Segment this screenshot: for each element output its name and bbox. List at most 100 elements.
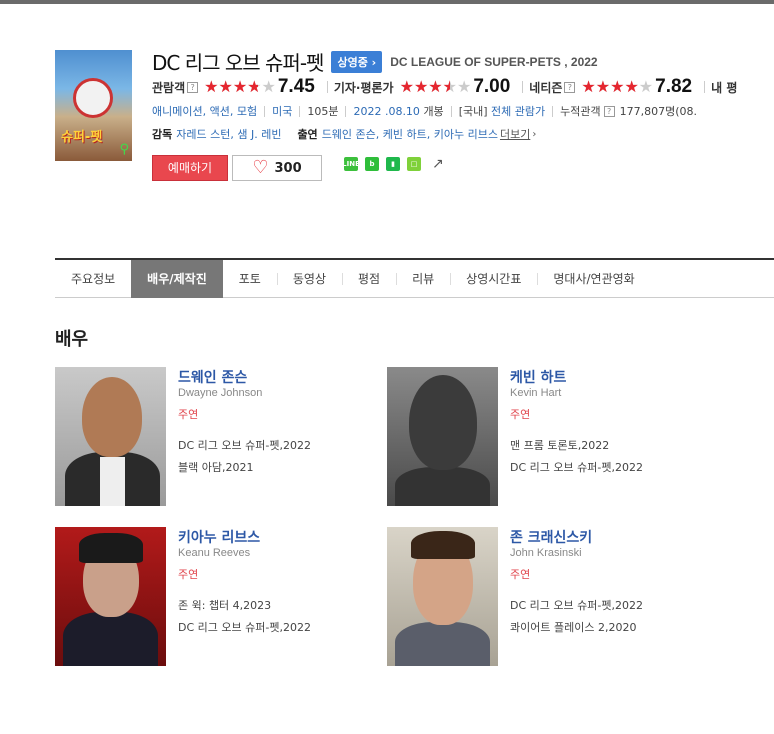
rating-stars: ★★★★★★★★★★ — [204, 77, 276, 96]
divider — [552, 105, 554, 117]
bookmark-share-icon[interactable]: ▮ — [386, 157, 400, 171]
actor-photo[interactable] — [387, 527, 498, 666]
help-icon[interactable]: ? — [564, 81, 576, 93]
rating-score: 7.00 — [473, 76, 511, 97]
divider — [299, 105, 301, 117]
actor-name[interactable]: 존 크래신스키 — [510, 527, 592, 547]
movie-title-en: DC LEAGUE OF SUPER-PETS , 2022 — [390, 54, 598, 69]
divider — [522, 81, 524, 93]
country-link[interactable]: 미국 — [272, 103, 292, 119]
director-links[interactable]: 자레드 스턴, 샘 J. 레빈 — [176, 126, 281, 142]
tab-bar: 주요정보 배우/제작진 포토 동영상 평점 리뷰 상영시간표 명대사/연관영화 — [55, 258, 774, 298]
rating-label: 기자·평론가 — [333, 80, 394, 95]
help-icon[interactable]: ? — [603, 105, 615, 117]
cast-links[interactable]: 드웨인 존슨, 케빈 하트, 키아누 리브스 — [322, 126, 498, 142]
rating-label: 네티즌 — [529, 80, 563, 95]
runtime: 105분 — [307, 105, 339, 118]
like-count: 300 — [274, 160, 302, 176]
top-border — [0, 0, 774, 4]
rating-stars: ★★★★★★★★★★ — [399, 77, 472, 96]
divider — [264, 105, 266, 117]
line-share-icon[interactable]: LINE — [342, 157, 360, 171]
share-bar: LINE b ▮ □ ↗ — [342, 156, 444, 172]
blog-share-icon[interactable]: □ — [407, 157, 421, 171]
actor-role: 주연 — [510, 408, 531, 421]
actor-name[interactable]: 드웨인 존슨 — [178, 367, 247, 387]
actor-name[interactable]: 키아누 리브스 — [178, 527, 260, 547]
release-suffix: 개봉 — [423, 105, 444, 118]
actor-name-en: Dwayne Johnson — [178, 387, 263, 399]
more-link[interactable]: 더보기 — [500, 126, 530, 142]
divider — [450, 105, 452, 117]
band-share-icon[interactable]: b — [365, 157, 379, 171]
actor-film[interactable]: 블랙 아담,2021 — [178, 459, 253, 475]
audience-value: 177,807명(08. — [619, 105, 698, 118]
magnify-icon[interactable]: ⚲ — [119, 142, 129, 157]
actor-name-en: John Krasinski — [510, 547, 582, 559]
actor-film[interactable]: 맨 프롬 토론토,2022 — [510, 437, 609, 453]
help-icon[interactable]: ? — [187, 81, 199, 93]
movie-poster[interactable]: 슈퍼-펫 ⚲ — [55, 50, 132, 161]
actor-film[interactable]: 존 윅: 챕터 4,2023 — [178, 597, 271, 613]
poster-title: 슈퍼-펫 — [61, 130, 103, 145]
rating-stars: ★★★★★★★★★★ — [581, 77, 654, 96]
cast-label: 출연 — [297, 128, 318, 141]
rating-score: 7.82 — [655, 76, 693, 97]
tab-video[interactable]: 동영상 — [276, 260, 342, 298]
actor-photo[interactable] — [387, 367, 498, 506]
actor-card: 존 크래신스키 John Krasinski 주연 DC 리그 오브 슈퍼-펫,… — [387, 527, 707, 667]
tab-review[interactable]: 리뷰 — [396, 260, 450, 298]
actor-film[interactable]: DC 리그 오브 슈퍼-펫,2022 — [510, 459, 643, 475]
rating-label: 관람객 — [152, 80, 186, 95]
rating-audience: 관람객 ? ★★★★★★★★★★ 7.45 — [152, 76, 315, 98]
rating-critics: 기자·평론가 ★★★★★★★★★★ 7.00 — [334, 76, 510, 98]
divider — [326, 81, 328, 93]
heart-icon: ♡ — [252, 157, 269, 178]
actor-card: 드웨인 존슨 Dwayne Johnson 주연 DC 리그 오브 슈퍼-펫,2… — [55, 367, 375, 507]
tab-showtimes[interactable]: 상영시간표 — [450, 260, 537, 298]
actor-card: 키아누 리브스 Keanu Reeves 주연 존 윅: 챕터 4,2023 D… — [55, 527, 375, 667]
audience-label: 누적관객 — [560, 105, 601, 118]
poster-character — [73, 78, 113, 118]
rating-netizen: 네티즌 ? ★★★★★★★★★★ 7.82 — [529, 76, 692, 98]
actor-name-en: Kevin Hart — [510, 387, 562, 399]
actor-role: 주연 — [178, 568, 199, 581]
share-icon[interactable]: ↗ — [432, 156, 444, 172]
age-rating-link[interactable]: 전체 관람가 — [491, 103, 545, 119]
tab-quotes-related[interactable]: 명대사/연관영화 — [537, 260, 650, 298]
tab-photo[interactable]: 포토 — [223, 260, 277, 298]
release-date-link[interactable]: 2022 .08.10 — [353, 105, 419, 118]
actor-name[interactable]: 케빈 하트 — [510, 367, 566, 387]
actor-film[interactable]: 콰이어트 플레이스 2,2020 — [510, 619, 636, 635]
actor-photo[interactable] — [55, 527, 166, 666]
actor-name-en: Keanu Reeves — [178, 547, 251, 559]
tab-cast-crew[interactable]: 배우/제작진 — [131, 259, 223, 298]
movie-title-row: DC 리그 오브 슈퍼-펫 상영중 › DC LEAGUE OF SUPER-P… — [152, 47, 598, 76]
reserve-button[interactable]: 예매하기 — [152, 155, 228, 181]
actor-film[interactable]: DC 리그 오브 슈퍼-펫,2022 — [510, 597, 643, 613]
actor-role: 주연 — [510, 568, 531, 581]
actor-photo[interactable] — [55, 367, 166, 506]
rating-label[interactable]: 내 평 — [711, 79, 737, 96]
chevron-right-icon: › — [532, 128, 537, 140]
divider — [345, 105, 347, 117]
actor-film[interactable]: DC 리그 오브 슈퍼-펫,2022 — [178, 437, 311, 453]
rating-mine[interactable]: 내 평 — [711, 79, 737, 96]
status-badge[interactable]: 상영중 › — [331, 50, 383, 73]
divider — [704, 81, 706, 93]
actor-role: 주연 — [178, 408, 199, 421]
actor-film[interactable]: DC 리그 오브 슈퍼-펫,2022 — [178, 619, 311, 635]
movie-meta-row: 애니메이션, 액션, 모험 미국 105분 2022 .08.10 개봉 [국내… — [152, 103, 697, 119]
genre-link[interactable]: 애니메이션, 액션, 모험 — [152, 103, 257, 119]
like-button[interactable]: ♡ 300 — [232, 155, 322, 181]
tab-main-info[interactable]: 주요정보 — [55, 260, 131, 298]
rating-score: 7.45 — [277, 76, 315, 97]
section-title: 배우 — [55, 329, 89, 350]
actor-card: 케빈 하트 Kevin Hart 주연 맨 프롬 토론토,2022 DC 리그 … — [387, 367, 707, 507]
movie-title[interactable]: DC 리그 오브 슈퍼-펫 — [152, 47, 324, 76]
director-label: 감독 — [152, 128, 173, 141]
tab-rating[interactable]: 평점 — [341, 260, 396, 298]
rating-prefix: [국내] — [458, 105, 488, 118]
credits-row: 감독 자레드 스턴, 샘 J. 레빈 출연 드웨인 존슨, 케빈 하트, 키아누… — [152, 126, 536, 142]
rating-row: 관람객 ? ★★★★★★★★★★ 7.45 기자·평론가 ★★★★★★★★★★ … — [152, 76, 743, 98]
